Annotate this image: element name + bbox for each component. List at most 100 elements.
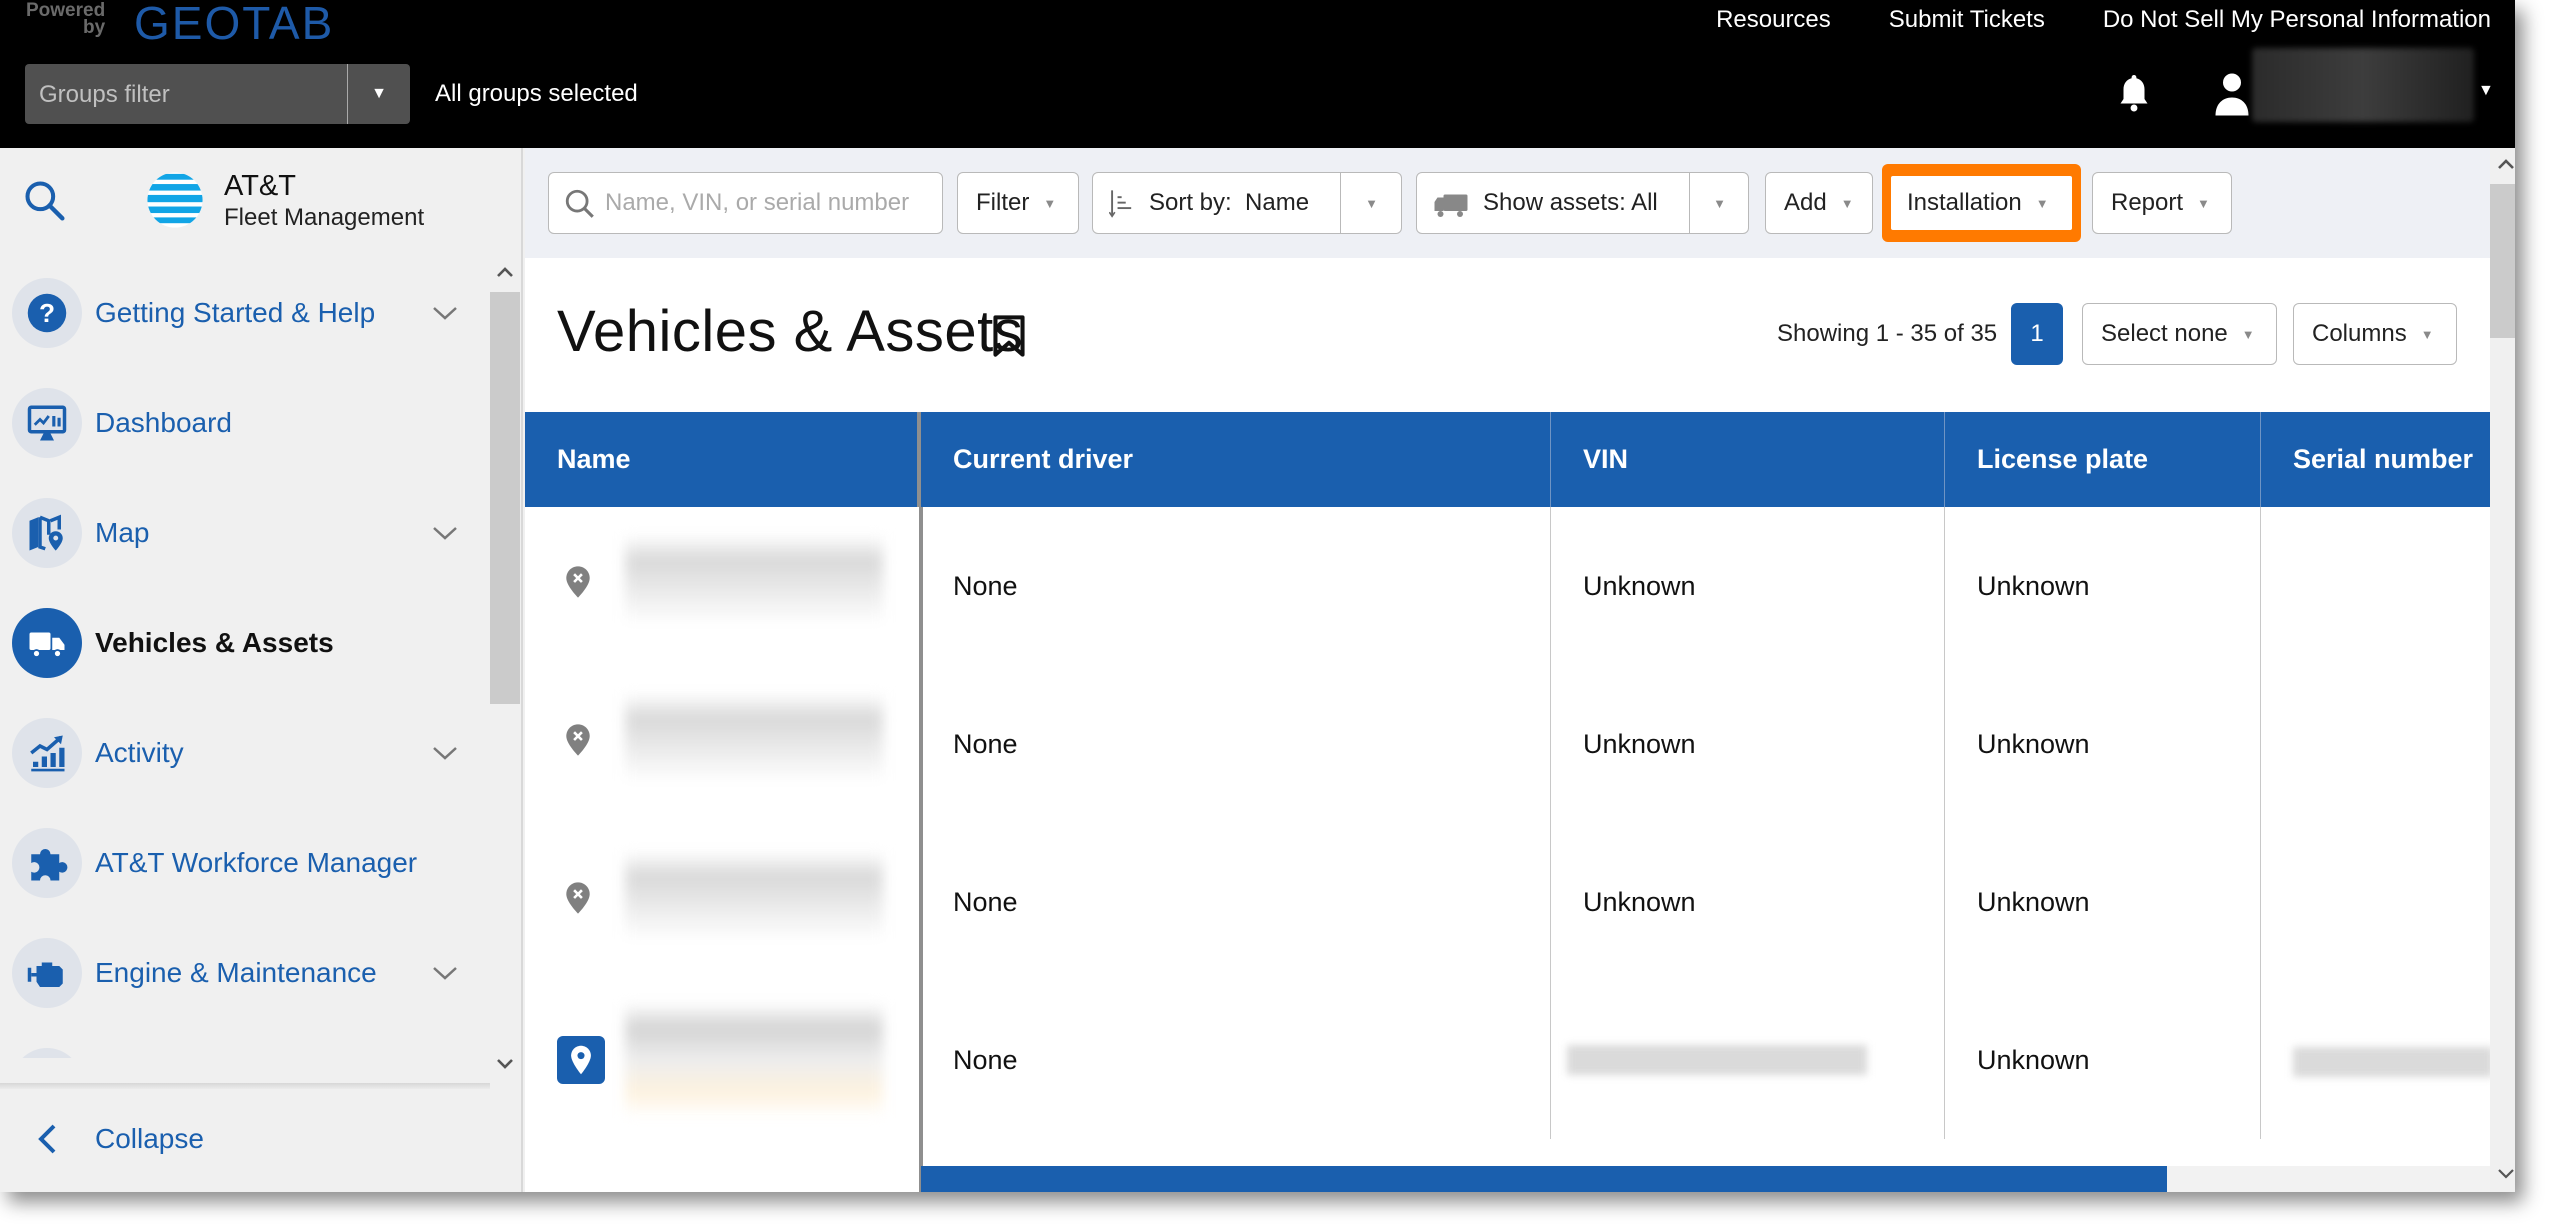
sidebar-item-label: Vehicles & Assets — [95, 627, 334, 658]
inactive-location-marker-icon — [566, 882, 590, 914]
asset-name-redacted[interactable] — [625, 996, 883, 1124]
license-plate-cell: Unknown — [1945, 823, 2261, 981]
caret-down-icon: ▼ — [1043, 195, 1057, 211]
assets-table: Name Current driver VIN License plate Se… — [525, 412, 2490, 1192]
table-row[interactable]: None Unknown Unknown — [525, 507, 2490, 665]
sort-icon — [1109, 190, 1132, 218]
horizontal-scrollbar[interactable] — [921, 1166, 2490, 1192]
horizontal-scroll-thumb[interactable] — [921, 1166, 2167, 1192]
asset-name-redacted[interactable] — [625, 680, 883, 808]
resources-link[interactable]: Resources — [1716, 6, 1831, 34]
main-vertical-scrollbar[interactable] — [2490, 148, 2515, 1192]
user-name-redacted[interactable] — [2252, 48, 2474, 122]
table-row[interactable]: None Unknown Unknown — [525, 823, 2490, 981]
sidebar-item-map[interactable]: Map — [0, 478, 490, 588]
do-not-sell-link[interactable]: Do Not Sell My Personal Information — [2103, 6, 2491, 34]
table-row[interactable]: None Unknown — [525, 981, 2490, 1139]
installation-button[interactable]: Installation ▼ — [1891, 176, 2072, 230]
inactive-location-marker-icon — [566, 566, 590, 598]
add-button[interactable]: Add ▼ — [1765, 172, 1873, 234]
app-window: Powered by GEOTAB Resources Submit Ticket… — [0, 0, 2515, 1192]
mail-icon — [12, 1048, 82, 1058]
sidebar-item-getting-started[interactable]: ? Getting Started & Help — [0, 258, 490, 368]
show-assets-label: Show assets: All — [1483, 189, 1658, 216]
toolbar: Name, VIN, or serial number Filter ▼ Sort… — [525, 148, 2490, 258]
column-header-license-plate[interactable]: License plate — [1945, 412, 2261, 507]
map-icon — [12, 498, 82, 568]
filter-label: Filter — [976, 189, 1030, 216]
serial-number-cell — [2261, 507, 2490, 665]
scroll-down-icon[interactable] — [2497, 1168, 2515, 1180]
sidebar-item-label: Map — [95, 517, 150, 548]
sidebar-scroll-thumb[interactable] — [490, 292, 520, 704]
sidebar-item-activity[interactable]: Activity — [0, 698, 490, 808]
sidebar-item-engine-maintenance[interactable]: Engine & Maintenance — [0, 918, 490, 1028]
att-logo-subtitle: Fleet Management — [224, 204, 425, 231]
help-icon: ? — [12, 278, 82, 348]
vin-cell: Unknown — [1551, 507, 1945, 665]
top-links: Resources Submit Tickets Do Not Sell My … — [1716, 6, 2491, 34]
groups-filter-input[interactable]: Groups filter — [25, 64, 348, 124]
sidebar-item-workforce-manager[interactable]: AT&T Workforce Manager — [0, 808, 490, 918]
chevron-down-icon[interactable] — [432, 965, 458, 981]
columns-button[interactable]: Columns ▼ — [2293, 303, 2457, 365]
show-assets-dropdown-button[interactable]: ▼ — [1689, 173, 1749, 233]
column-header-serial-number[interactable]: Serial number — [2261, 412, 2490, 507]
search-input[interactable]: Name, VIN, or serial number — [548, 172, 943, 234]
column-header-current-driver[interactable]: Current driver — [921, 412, 1551, 507]
sidebar: AT&T Fleet Management ? Getting Started … — [0, 148, 523, 1192]
sidebar-item-vehicles-assets[interactable]: Vehicles & Assets — [0, 588, 490, 698]
vin-cell: Unknown — [1551, 823, 1945, 981]
submit-tickets-link[interactable]: Submit Tickets — [1889, 6, 2045, 34]
main-scroll-thumb[interactable] — [2490, 184, 2515, 338]
sidebar-scrollbar[interactable] — [490, 258, 520, 1078]
groups-filter-dropdown-button[interactable]: ▼ — [348, 64, 410, 124]
bookmark-icon[interactable] — [991, 314, 1027, 358]
current-driver-cell: None — [921, 981, 1551, 1139]
add-label: Add — [1784, 189, 1827, 216]
collapse-button[interactable]: Collapse — [0, 1104, 490, 1174]
page-1-button[interactable]: 1 — [2011, 303, 2063, 365]
chevron-down-icon[interactable] — [432, 745, 458, 761]
search-icon — [565, 189, 594, 218]
page-title: Vehicles & Assets — [557, 299, 1024, 364]
filter-button[interactable]: Filter ▼ — [957, 172, 1079, 234]
truck-icon — [1434, 194, 1468, 217]
search-icon[interactable] — [22, 178, 66, 222]
user-avatar-icon[interactable] — [2214, 70, 2250, 116]
report-label: Report — [2111, 189, 2184, 216]
sidebar-item-messages[interactable]: M — [0, 1028, 490, 1058]
chevron-down-icon[interactable] — [432, 305, 458, 321]
notification-bell-icon[interactable] — [2116, 72, 2152, 114]
sidebar-item-dashboard[interactable]: Dashboard — [0, 368, 490, 478]
show-assets-button[interactable]: Show assets: All ▼ — [1416, 172, 1749, 234]
groups-filter[interactable]: Groups filter ▼ — [25, 64, 410, 124]
vin-cell — [1551, 981, 1945, 1139]
top-bar: Powered by GEOTAB Resources Submit Ticket… — [0, 0, 2515, 148]
asset-name-redacted[interactable] — [625, 522, 883, 650]
report-button[interactable]: Report ▼ — [2092, 172, 2232, 234]
dashboard-icon — [12, 388, 82, 458]
asset-name-redacted[interactable] — [625, 838, 883, 966]
sort-dropdown-button[interactable]: ▼ — [1340, 173, 1402, 233]
chevron-down-icon[interactable] — [432, 525, 458, 541]
svg-text:?: ? — [39, 298, 55, 328]
select-none-button[interactable]: Select none ▼ — [2082, 303, 2277, 365]
current-driver-cell: None — [921, 665, 1551, 823]
user-menu-caret-icon[interactable]: ▼ — [2478, 82, 2494, 100]
select-none-label: Select none — [2101, 320, 2228, 347]
active-location-marker-icon[interactable] — [557, 1036, 605, 1084]
geotab-logo: GEOTAB — [134, 0, 335, 49]
table-row[interactable]: None Unknown Unknown — [525, 665, 2490, 823]
sidebar-item-label: Engine & Maintenance — [95, 957, 377, 988]
caret-down-icon: ▼ — [1840, 195, 1854, 211]
column-header-vin[interactable]: VIN — [1551, 412, 1945, 507]
column-header-name[interactable]: Name — [525, 412, 921, 507]
puzzle-icon — [12, 828, 82, 898]
scroll-down-icon[interactable] — [496, 1058, 514, 1070]
scroll-up-icon[interactable] — [496, 266, 514, 278]
scroll-up-icon[interactable] — [2497, 158, 2515, 170]
license-plate-cell: Unknown — [1945, 981, 2261, 1139]
sort-by-button[interactable]: Sort by: Name ▼ — [1092, 172, 1402, 234]
sidebar-divider — [0, 1083, 490, 1089]
